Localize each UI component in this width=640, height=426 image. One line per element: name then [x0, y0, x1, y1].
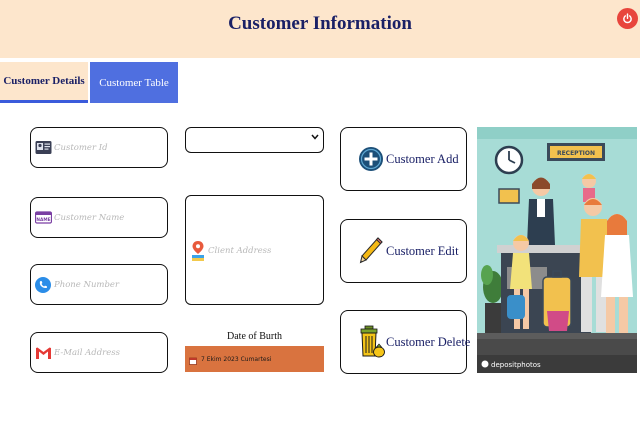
tab-label: Customer Table [99, 76, 169, 89]
customer-name-placeholder: Customer Name [54, 212, 125, 223]
svg-text:NAME: NAME [36, 217, 50, 223]
reception-illustration: RECEPTION depositphotos [477, 127, 637, 373]
power-icon[interactable] [617, 8, 638, 29]
trash-icon [356, 325, 386, 358]
id-card-icon [34, 139, 52, 157]
customer-name-field[interactable]: NAME Customer Name [30, 197, 168, 238]
tab-customer-table[interactable]: Customer Table [90, 62, 178, 103]
customer-select[interactable] [185, 127, 324, 153]
pencil-icon [356, 236, 386, 266]
client-address-placeholder: Client Address [208, 246, 272, 256]
customer-id-placeholder: Customer Id [54, 142, 108, 153]
customer-delete-button[interactable]: Customer Delete [340, 310, 471, 374]
date-of-birth-picker[interactable]: 7 Ekim 2023 Cumartesi [185, 346, 324, 372]
customer-edit-label: Customer Edit [386, 243, 459, 258]
chevron-down-icon [311, 133, 319, 143]
customer-add-button[interactable]: Customer Add [340, 127, 467, 191]
email-field[interactable]: E-Mail Address [30, 332, 168, 373]
date-of-birth-label: Date of Burth [227, 331, 282, 342]
header-bar: Customer Information [0, 0, 640, 58]
plus-circle-icon [356, 144, 386, 174]
watermark-text: depositphotos [491, 361, 541, 369]
client-address-field[interactable]: Client Address [185, 195, 324, 305]
customer-delete-label: Customer Delete [386, 334, 471, 349]
map-pin-icon [190, 240, 206, 266]
phone-number-placeholder: Phone Number [54, 279, 120, 290]
tab-label: Customer Details [3, 75, 85, 87]
date-of-birth-value: 7 Ekim 2023 Cumartesi [201, 355, 272, 363]
tab-customer-details[interactable]: Customer Details [0, 62, 88, 103]
gmail-icon [34, 344, 52, 362]
customer-edit-button[interactable]: Customer Edit [340, 219, 467, 283]
page-title: Customer Information [228, 13, 412, 34]
reception-sign-text: RECEPTION [557, 150, 595, 157]
calendar-icon [189, 350, 197, 369]
phone-number-field[interactable]: Phone Number [30, 264, 168, 305]
phone-icon [34, 276, 52, 294]
customer-id-field[interactable]: Customer Id [30, 127, 168, 168]
email-placeholder: E-Mail Address [54, 347, 120, 358]
name-tag-icon: NAME [34, 209, 52, 227]
customer-add-label: Customer Add [386, 151, 459, 166]
